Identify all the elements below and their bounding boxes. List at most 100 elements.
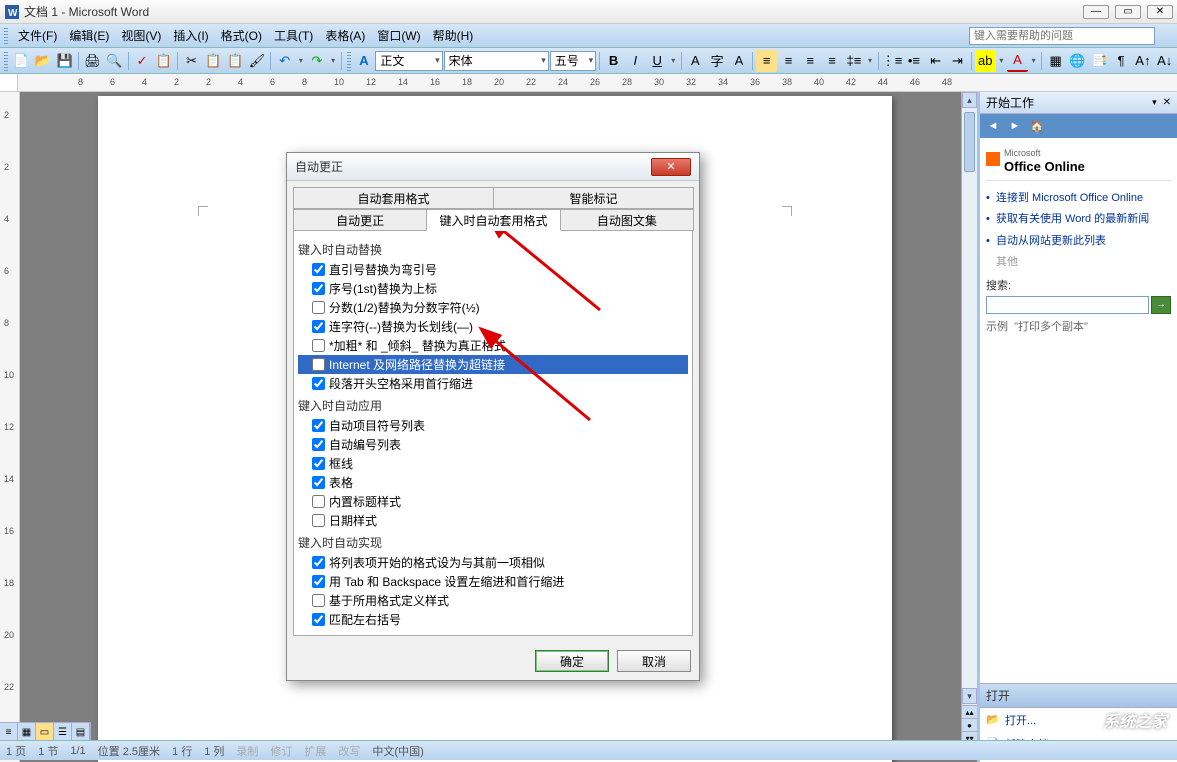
undo-icon[interactable]: ↶ <box>274 50 295 72</box>
checkbox-option[interactable]: 用 Tab 和 Backspace 设置左缩进和首行缩进 <box>298 572 688 591</box>
dialog-close-button[interactable]: ✕ <box>651 158 691 176</box>
menu-file[interactable]: 文件(F) <box>12 25 63 46</box>
increase-indent-icon[interactable]: ⇥ <box>947 50 968 72</box>
align-justify-icon[interactable]: ≡ <box>822 50 843 72</box>
maximize-button[interactable]: ▭ <box>1115 5 1141 19</box>
show-marks-icon[interactable]: ¶ <box>1111 50 1132 72</box>
checkbox[interactable] <box>312 495 325 508</box>
save-icon[interactable]: 💾 <box>54 50 75 72</box>
checkbox[interactable] <box>312 594 325 607</box>
styles-icon[interactable]: A <box>354 50 375 72</box>
shrink-font-icon[interactable]: A↓ <box>1154 50 1175 72</box>
scroll-up-icon[interactable]: ▴ <box>962 92 977 108</box>
scroll-thumb[interactable] <box>964 112 975 172</box>
vertical-scrollbar[interactable]: ▴ ▾ ▴▴ ● ▾▾ <box>961 92 977 744</box>
doc-map-icon[interactable]: 📑 <box>1089 50 1110 72</box>
bold-icon[interactable]: B <box>603 50 624 72</box>
checkbox-option[interactable]: 内置标题样式 <box>298 492 688 511</box>
dialog-titlebar[interactable]: 自动更正 ✕ <box>287 153 699 181</box>
research-icon[interactable]: 📋 <box>153 50 174 72</box>
char-shading-icon[interactable]: 字 <box>707 50 728 72</box>
checkbox[interactable] <box>312 320 325 333</box>
link-auto-update[interactable]: 自动从网站更新此列表 <box>986 232 1171 250</box>
bullets-icon[interactable]: •≡ <box>903 50 924 72</box>
checkbox-option[interactable]: 连字符(--)替换为长划线(—) <box>298 317 688 336</box>
fontsize-combo[interactable]: 五号 <box>550 51 596 71</box>
menu-help[interactable]: 帮助(H) <box>427 25 480 46</box>
prev-page-icon[interactable]: ▴▴ <box>962 705 977 718</box>
redo-dropdown[interactable]: ▾ <box>328 56 337 65</box>
checkbox[interactable] <box>312 438 325 451</box>
web-view-icon[interactable]: ▦ <box>18 723 36 741</box>
grow-font-icon[interactable]: A↑ <box>1132 50 1153 72</box>
sb-rec[interactable]: 录制 <box>236 743 258 759</box>
menu-edit[interactable]: 编辑(E) <box>63 25 115 46</box>
ok-button[interactable]: 确定 <box>535 650 609 672</box>
link-connect-office[interactable]: 连接到 Microsoft Office Online <box>986 189 1171 207</box>
nav-back-icon[interactable]: ◄ <box>984 117 1002 135</box>
scroll-down-icon[interactable]: ▾ <box>962 688 977 704</box>
font-color-icon[interactable]: A <box>1007 50 1028 72</box>
sb-ext[interactable]: 扩展 <box>304 743 326 759</box>
reading-view-icon[interactable]: ▤ <box>72 723 90 741</box>
menu-grip[interactable] <box>4 28 8 44</box>
new-doc-icon[interactable]: 📄 <box>11 50 32 72</box>
close-button[interactable]: ✕ <box>1147 5 1173 19</box>
outline-view-icon[interactable]: ☰ <box>54 723 72 741</box>
vertical-ruler[interactable]: 2246810121416182022 <box>0 92 20 762</box>
decrease-indent-icon[interactable]: ⇤ <box>925 50 946 72</box>
nav-forward-icon[interactable]: ► <box>1006 117 1024 135</box>
numbering-icon[interactable]: ⋮≡ <box>882 50 903 72</box>
sb-ovr[interactable]: 改写 <box>338 743 360 759</box>
checkbox[interactable] <box>312 575 325 588</box>
sb-rev[interactable]: 修订 <box>270 743 292 759</box>
redo-icon[interactable]: ↷ <box>307 50 328 72</box>
horizontal-ruler[interactable]: 8642246810121416182022242628303234363840… <box>0 74 1177 92</box>
search-go-button[interactable]: → <box>1151 296 1171 314</box>
checkbox-option[interactable]: 自动项目符号列表 <box>298 416 688 435</box>
checkbox-option[interactable]: 序号(1st)替换为上标 <box>298 279 688 298</box>
print-icon[interactable]: 🖨 <box>82 50 103 72</box>
char-border-icon[interactable]: A <box>685 50 706 72</box>
menu-insert[interactable]: 插入(I) <box>167 25 214 46</box>
highlight-icon[interactable]: ab <box>975 50 996 72</box>
checkbox-option[interactable]: 将列表项开始的格式设为与其前一项相似 <box>298 553 688 572</box>
toolbar-grip[interactable] <box>4 51 8 71</box>
link-word-news[interactable]: 获取有关使用 Word 的最新新闻 <box>986 210 1171 228</box>
checkbox[interactable] <box>312 282 325 295</box>
minimize-button[interactable]: — <box>1083 5 1109 19</box>
font-combo[interactable]: 宋体 <box>444 51 549 71</box>
open-icon[interactable]: 📂 <box>33 50 54 72</box>
format-painter-icon[interactable]: 🖌 <box>247 50 268 72</box>
spacing-dropdown[interactable]: ▾ <box>865 56 874 65</box>
columns-icon[interactable]: ▦ <box>1045 50 1066 72</box>
checkbox[interactable] <box>312 358 325 371</box>
checkbox-option[interactable]: Internet 及网络路径替换为超链接 <box>298 355 688 374</box>
fontcolor-dropdown[interactable]: ▾ <box>1029 56 1038 65</box>
taskpane-dropdown-icon[interactable]: ▾ <box>1152 97 1157 108</box>
checkbox-option[interactable]: 分数(1/2)替换为分数字符(½) <box>298 298 688 317</box>
menu-table[interactable]: 表格(A) <box>319 25 371 46</box>
nav-home-icon[interactable]: 🏠 <box>1028 117 1046 135</box>
checkbox[interactable] <box>312 263 325 276</box>
help-search-input[interactable] <box>969 27 1155 45</box>
menu-tools[interactable]: 工具(T) <box>268 25 319 46</box>
copy-icon[interactable]: 📋 <box>203 50 224 72</box>
char-scaling-icon[interactable]: A <box>729 50 750 72</box>
line-spacing-icon[interactable]: ‡≡ <box>843 50 864 72</box>
tab-smarttags[interactable]: 智能标记 <box>493 187 694 209</box>
checkbox[interactable] <box>312 419 325 432</box>
align-center-icon[interactable]: ≡ <box>778 50 799 72</box>
paste-icon[interactable]: 📋 <box>225 50 246 72</box>
checkbox[interactable] <box>312 377 325 390</box>
print-preview-icon[interactable]: 🔍 <box>104 50 125 72</box>
undo-dropdown[interactable]: ▾ <box>296 56 305 65</box>
cancel-button[interactable]: 取消 <box>617 650 691 672</box>
checkbox-option[interactable]: 段落开头空格采用首行缩进 <box>298 374 688 393</box>
menu-window[interactable]: 窗口(W) <box>371 25 426 46</box>
checkbox-option[interactable]: 自动编号列表 <box>298 435 688 454</box>
sb-lang[interactable]: 中文(中国) <box>372 743 423 759</box>
checkbox-option[interactable]: *加粗* 和 _倾斜_ 替换为真正格式 <box>298 336 688 355</box>
drawing-icon[interactable]: 🌐 <box>1067 50 1088 72</box>
align-left-icon[interactable]: ≡ <box>756 50 777 72</box>
